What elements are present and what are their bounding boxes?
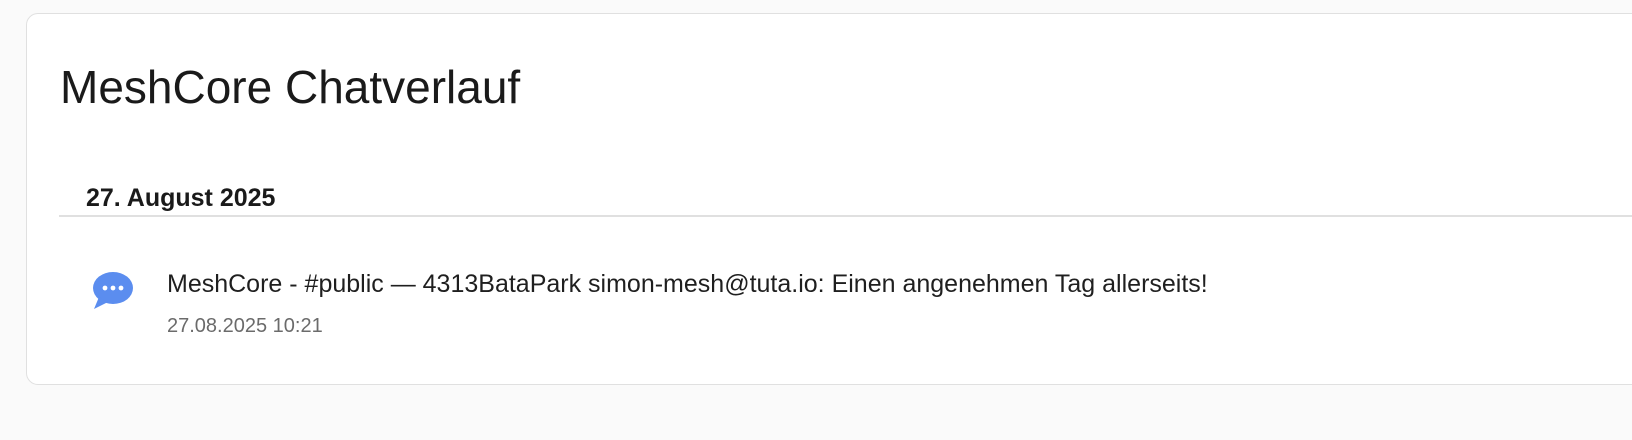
- date-divider: [59, 215, 1632, 217]
- message-item[interactable]: MeshCore - #public — 4313BataPark simon-…: [59, 254, 1632, 354]
- message-text: MeshCore - #public — 4313BataPark simon-…: [167, 270, 1208, 298]
- message-timestamp: 27.08.2025 10:21: [167, 315, 323, 337]
- chat-bubble-icon: [93, 272, 133, 309]
- card-title: MeshCore Chatverlauf: [60, 61, 521, 113]
- date-group-header: 27. August 2025: [86, 184, 276, 212]
- chat-history-card: MeshCore Chatverlauf 27. August 2025 Mes…: [26, 13, 1632, 385]
